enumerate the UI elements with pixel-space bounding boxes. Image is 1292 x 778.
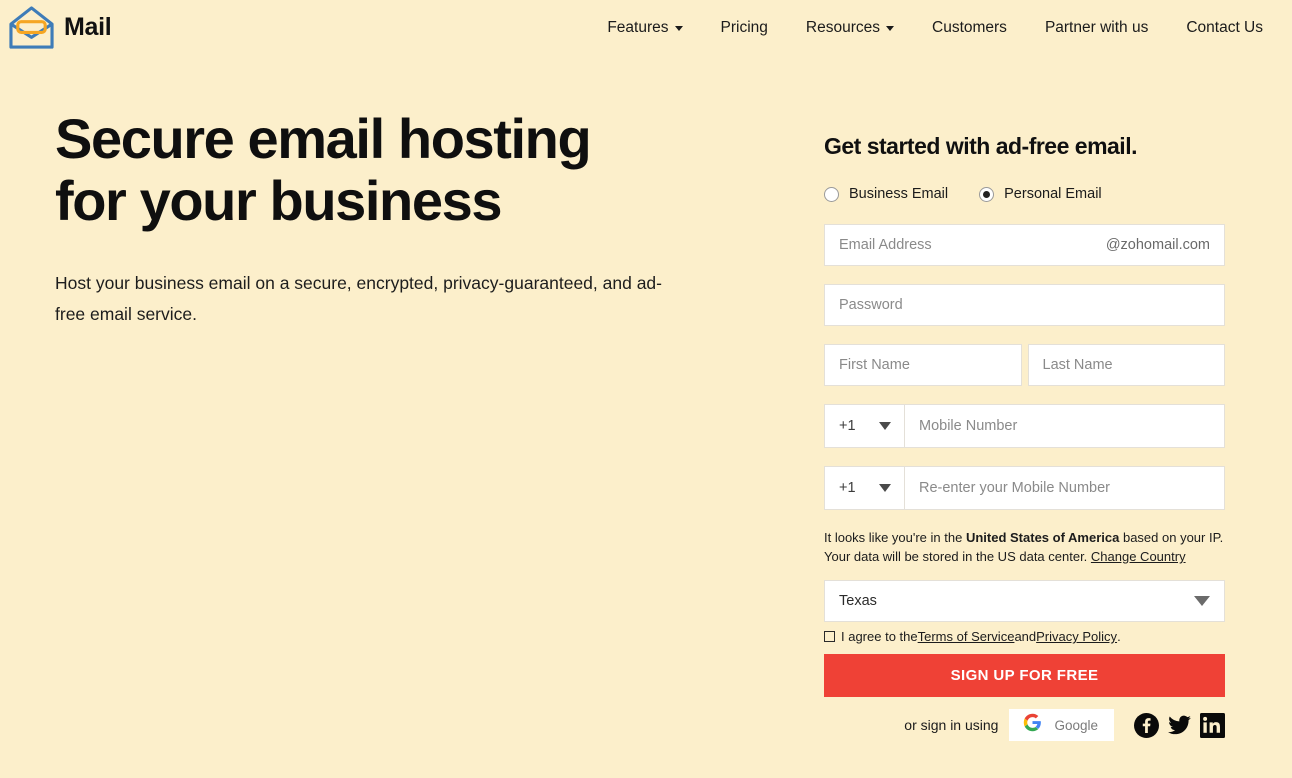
terms-prefix: I agree to the — [841, 629, 918, 644]
nav-item-customers[interactable]: Customers — [913, 13, 1026, 43]
account-type-radio-group: Business Email Personal Email — [824, 186, 1225, 202]
nav-label: Contact Us — [1186, 18, 1263, 36]
hero-heading-line-2: for your business — [55, 169, 502, 232]
envelope-logo-icon — [8, 5, 55, 50]
chevron-down-icon — [879, 484, 891, 492]
mobile-number-input[interactable]: Mobile Number — [905, 405, 1224, 447]
radio-indicator-selected — [979, 186, 995, 202]
sign-up-for-free-button[interactable]: SIGN UP FOR FREE — [824, 654, 1225, 697]
nav-label: Partner with us — [1044, 18, 1149, 36]
state-select-value: Texas — [839, 593, 877, 609]
password-placeholder: Password — [839, 297, 903, 313]
nav-label: Customers — [932, 18, 1007, 36]
mobile-number-confirm-row: +1 Re-enter your Mobile Number — [824, 466, 1225, 510]
mobile-number-row: +1 Mobile Number — [824, 404, 1225, 448]
privacy-policy-link[interactable]: Privacy Policy — [1036, 629, 1117, 644]
nav-item-pricing[interactable]: Pricing — [702, 13, 787, 43]
twitter-icon[interactable] — [1159, 713, 1192, 738]
social-sign-in-label: or sign in using — [904, 717, 999, 733]
first-name-placeholder: First Name — [839, 357, 910, 373]
ip-notice-country: United States of America — [965, 530, 1120, 545]
country-code-select-confirm[interactable]: +1 — [825, 467, 905, 509]
hero-subtext: Host your business email on a secure, en… — [55, 273, 662, 324]
hero-heading-line-1: Secure email hosting — [55, 107, 592, 170]
country-code-value: +1 — [839, 418, 856, 434]
password-field[interactable]: Password — [824, 284, 1225, 326]
terms-checkbox[interactable] — [824, 631, 835, 642]
terms-of-service-link[interactable]: Terms of Service — [918, 629, 1015, 644]
nav-item-resources[interactable]: Resources — [787, 13, 913, 43]
nav-item-features[interactable]: Features — [588, 13, 701, 43]
mobile-number-placeholder: Mobile Number — [919, 418, 1018, 434]
last-name-field[interactable]: Last Name — [1027, 344, 1225, 386]
hero-section: Secure email hosting for your business H… — [55, 108, 745, 330]
first-name-field[interactable]: First Name — [824, 344, 1022, 386]
site-header: Mail Features Pricing Resources Customer… — [0, 0, 1292, 55]
nav-label: Pricing — [720, 18, 768, 36]
brand-name: Mail — [64, 13, 112, 41]
chevron-down-icon — [674, 26, 683, 31]
radio-personal-email[interactable]: Personal Email — [979, 186, 1102, 202]
chevron-down-icon — [1194, 596, 1210, 606]
last-name-placeholder: Last Name — [1042, 357, 1113, 373]
nav-item-contact-us[interactable]: Contact Us — [1167, 13, 1282, 43]
name-fields-row: First Name Last Name — [824, 344, 1225, 386]
radio-label: Business Email — [849, 186, 949, 202]
mobile-number-confirm-input[interactable]: Re-enter your Mobile Number — [905, 467, 1224, 509]
nav-label: Features — [607, 18, 669, 36]
country-code-value: +1 — [839, 480, 856, 496]
ip-location-notice: It looks like you're in the United State… — [824, 528, 1225, 566]
email-domain-suffix: @zohomail.com — [1105, 237, 1210, 253]
radio-label: Personal Email — [1004, 186, 1102, 202]
google-sign-in-button[interactable]: Google — [1009, 709, 1114, 741]
brand-logo-link[interactable]: Mail — [8, 5, 112, 50]
radio-business-email[interactable]: Business Email — [824, 186, 948, 202]
change-country-link[interactable]: Change Country — [1091, 549, 1186, 564]
nav-item-partner-with-us[interactable]: Partner with us — [1026, 13, 1167, 43]
chevron-down-icon — [886, 26, 894, 31]
chevron-down-icon — [879, 422, 891, 430]
nav-label: Resources — [805, 18, 880, 36]
mobile-confirm-placeholder: Re-enter your Mobile Number — [919, 480, 1110, 496]
email-placeholder: Email Address — [839, 237, 932, 253]
radio-indicator — [824, 186, 839, 202]
google-icon — [1023, 713, 1042, 737]
terms-middle: and — [1014, 629, 1037, 644]
page-title: Secure email hosting for your business — [55, 108, 745, 232]
signup-form: Get started with ad-free email. Business… — [824, 133, 1225, 741]
main-navigation: Features Pricing Resources Customers Par… — [588, 13, 1292, 43]
google-label: Google — [1054, 717, 1098, 733]
country-code-select[interactable]: +1 — [825, 405, 905, 447]
social-sign-in-row: or sign in using Google — [824, 709, 1225, 741]
linkedin-icon[interactable] — [1192, 712, 1225, 738]
terms-agreement: I agree to the Terms of Service and Priv… — [824, 629, 1225, 644]
ip-notice-part-1: It looks like you're in the — [824, 530, 966, 545]
email-field[interactable]: Email Address @zohomail.com — [824, 224, 1225, 266]
facebook-icon[interactable] — [1126, 712, 1159, 738]
state-select[interactable]: Texas — [824, 580, 1225, 622]
terms-suffix: . — [1117, 629, 1121, 644]
signup-title: Get started with ad-free email. — [824, 133, 1137, 159]
